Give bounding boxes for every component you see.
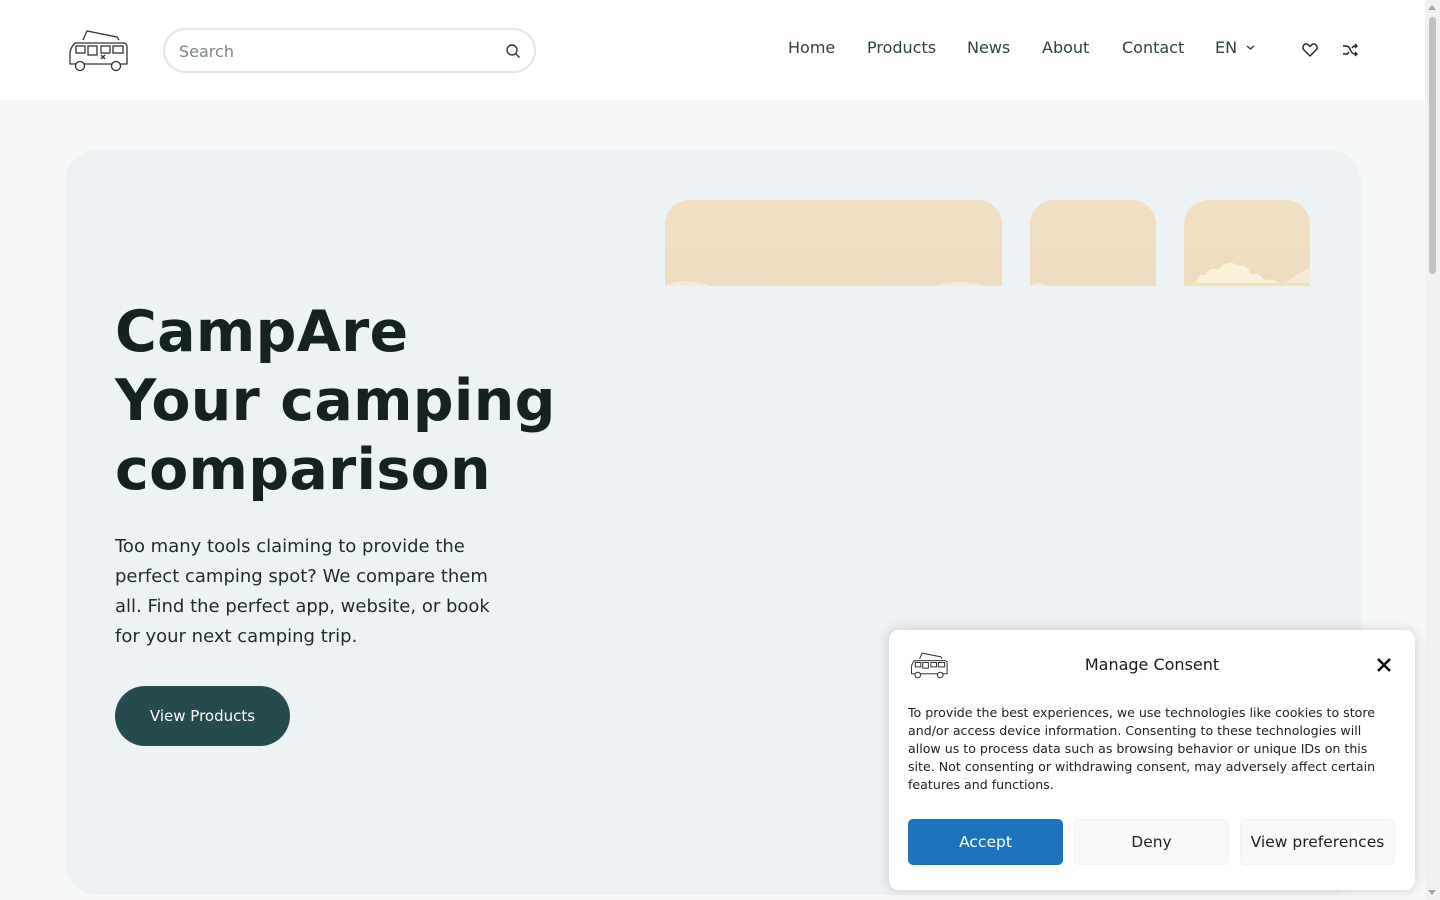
heart-icon[interactable] — [1301, 41, 1319, 59]
search-input[interactable] — [179, 39, 499, 63]
nav-home[interactable]: Home — [788, 38, 835, 57]
hero-title-line: comparison — [115, 437, 491, 503]
cookie-consent-dialog: Manage Consent To provide the best exper… — [889, 630, 1415, 890]
hero-title-line: Your camping — [115, 368, 556, 434]
chevron-down-icon — [1246, 45, 1255, 50]
shuffle-icon[interactable] — [1341, 41, 1359, 59]
accept-button[interactable]: Accept — [908, 819, 1063, 865]
language-selector[interactable]: EN — [1215, 38, 1255, 57]
scroll-thumb[interactable] — [1429, 17, 1436, 274]
search-box — [163, 28, 536, 73]
hero-description: Too many tools claiming to provide the p… — [115, 536, 490, 647]
hero-title-line: CampAre — [115, 299, 409, 365]
consent-title: Manage Consent — [1084, 655, 1220, 674]
product-card-image[interactable] — [1030, 200, 1156, 286]
nav-about[interactable]: About — [1042, 38, 1089, 57]
view-products-button[interactable]: View Products — [115, 686, 290, 746]
close-icon[interactable] — [1377, 658, 1391, 672]
hero-title: CampAre Your camping comparison — [115, 298, 615, 505]
deny-button[interactable]: Deny — [1074, 819, 1229, 865]
product-card-image[interactable] — [665, 200, 1002, 286]
scroll-down-arrow-icon[interactable] — [1428, 890, 1436, 895]
camper-van-logo[interactable] — [67, 26, 129, 74]
dune-illustration — [665, 281, 985, 286]
nav-contact[interactable]: Contact — [1122, 38, 1184, 57]
search-icon[interactable] — [505, 43, 521, 59]
scroll-up-arrow-icon[interactable] — [1428, 5, 1436, 10]
vertical-scrollbar[interactable] — [1425, 0, 1440, 900]
view-preferences-button[interactable]: View preferences — [1240, 819, 1395, 865]
dune-illustration — [1030, 283, 1048, 286]
consent-text: To provide the best experiences, we use … — [908, 705, 1376, 792]
nav-news[interactable]: News — [967, 38, 1010, 57]
product-card-image[interactable] — [1184, 200, 1310, 286]
language-label: EN — [1215, 38, 1238, 57]
site-header: Home Products News About Contact EN — [0, 0, 1425, 100]
nav-products[interactable]: Products — [867, 38, 936, 57]
cloud-illustration — [1184, 262, 1310, 286]
